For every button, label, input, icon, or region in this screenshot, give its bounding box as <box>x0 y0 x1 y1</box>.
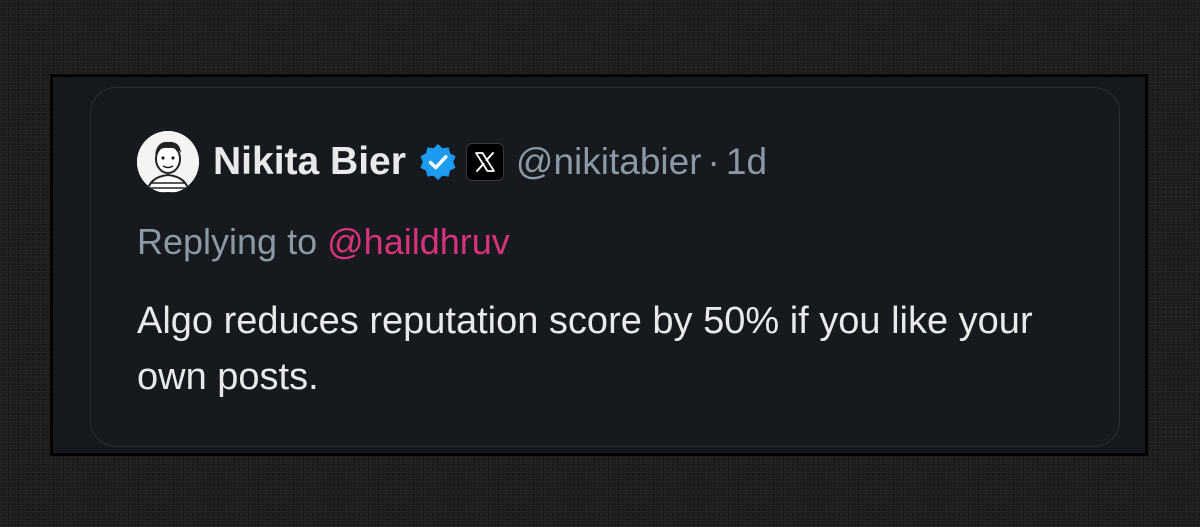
tweet-text: Algo reduces reputation score by 50% if … <box>137 300 1033 398</box>
replying-to-label: Replying to <box>137 221 318 262</box>
avatar[interactable] <box>137 131 199 193</box>
tweet-header: Nikita Bier @nikitabier · 1d <box>137 131 767 193</box>
author-handle[interactable]: @nikitabier <box>516 141 702 183</box>
avatar-illustration <box>137 131 199 193</box>
tweet-timestamp[interactable]: 1d <box>726 141 767 183</box>
author-name[interactable]: Nikita Bier <box>213 140 406 184</box>
replying-to-line: Replying to @haildhruv <box>137 221 510 263</box>
verified-badge-icon <box>418 142 458 182</box>
screenshot-frame: Nikita Bier @nikitabier · 1d Replying to… <box>50 74 1148 456</box>
replying-to-mention[interactable]: @haildhruv <box>327 221 510 262</box>
x-logo-icon[interactable] <box>465 143 504 181</box>
separator-dot: · <box>707 141 720 182</box>
quoted-tweet-card[interactable]: Nikita Bier @nikitabier · 1d Replying to… <box>90 87 1120 447</box>
